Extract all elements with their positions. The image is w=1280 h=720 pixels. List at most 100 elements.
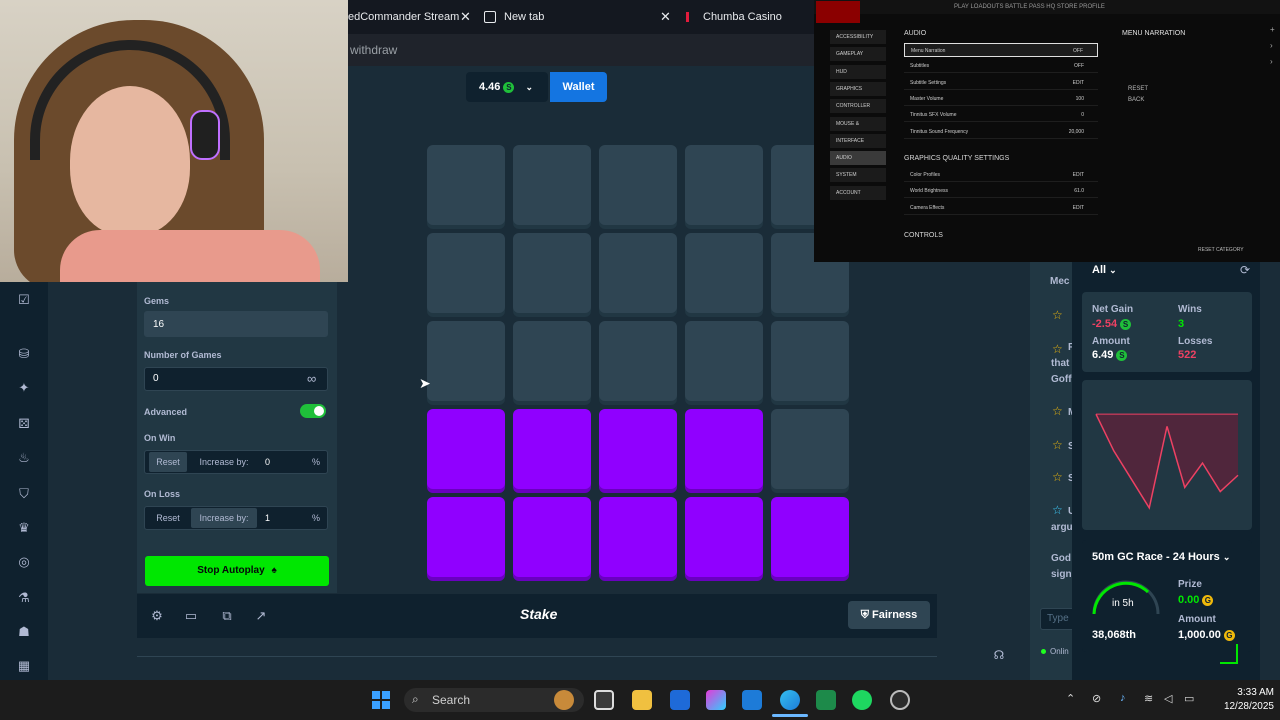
mines-tile-gem[interactable] <box>771 497 849 577</box>
spotify-icon[interactable] <box>852 690 872 710</box>
mines-tile-gem[interactable] <box>685 409 763 489</box>
setting-row-tinnitus-sound-frequency[interactable]: Tinnitus Sound Frequency 20,000 <box>904 125 1098 139</box>
fire-icon[interactable]: ♨ <box>16 450 32 466</box>
mines-tile[interactable] <box>685 233 763 313</box>
wifi-icon[interactable]: ≋ <box>1144 692 1153 705</box>
mines-tile[interactable] <box>599 145 677 225</box>
shirt-icon[interactable]: ⛉ <box>16 486 32 502</box>
reset-category-button[interactable]: RESET CATEGORY <box>1198 247 1244 253</box>
headset-support-icon[interactable]: ☊ <box>991 648 1007 664</box>
balance-selector[interactable]: 4.46 S ⌄ <box>466 72 548 102</box>
mines-tile[interactable] <box>771 321 849 401</box>
gear-icon[interactable]: ⚙ <box>149 608 165 624</box>
stop-autoplay-button[interactable]: Stop Autoplay ♠ <box>145 556 329 586</box>
setting-row-subtitle-settings[interactable]: Subtitle Settings EDIT <box>904 76 1098 90</box>
tray-chevron-icon[interactable]: ⌃ <box>1066 692 1075 705</box>
setting-row-camera-effects[interactable]: Camera Effects EDIT <box>904 201 1098 215</box>
mines-tile[interactable] <box>513 321 591 401</box>
hat-icon[interactable]: ☗ <box>16 624 32 640</box>
close-tab-icon[interactable]: ✕ <box>460 4 471 30</box>
setting-row-master-volume[interactable]: Master Volume 100 <box>904 92 1098 106</box>
settings-category-mouse-keyboard[interactable]: MOUSE & KEYBOARD <box>830 116 886 141</box>
obs-icon[interactable] <box>890 690 910 710</box>
refresh-icon[interactable]: ⟳ <box>1240 263 1250 277</box>
on-win-increase-button[interactable]: Increase by: <box>191 451 257 473</box>
settings-category-accessibility[interactable]: ACCESSIBILITY <box>830 30 886 44</box>
flask-icon[interactable]: ⚗ <box>16 590 32 606</box>
infinity-icon[interactable]: ∞ <box>307 371 316 386</box>
mines-tile[interactable] <box>599 233 677 313</box>
theatre-mode-icon[interactable]: ▭ <box>183 608 199 624</box>
sparkle-icon[interactable]: ✦ <box>16 380 32 396</box>
chip-icon[interactable]: ⛁ <box>16 346 32 362</box>
volume-icon[interactable]: ◁ <box>1164 692 1172 705</box>
task-view-icon[interactable] <box>594 690 614 710</box>
dice-icon[interactable]: ⚄ <box>16 416 32 432</box>
checklist-icon[interactable]: ☑ <box>16 292 32 308</box>
grid-icon[interactable]: ▦ <box>16 658 32 674</box>
close-tab-icon[interactable]: ✕ <box>660 4 671 30</box>
wallet-button[interactable]: Wallet <box>550 72 607 102</box>
settings-category-controller[interactable]: CONTROLLER <box>830 99 886 114</box>
setting-row-color-profiles[interactable]: Color Profiles EDIT <box>904 168 1098 182</box>
tray-app-icon[interactable]: ⊘ <box>1092 692 1101 705</box>
settings-category-audio[interactable]: AUDIO <box>830 151 886 166</box>
setting-row-tinnitus-sfx-volume[interactable]: Tinnitus SFX Volume 0 <box>904 108 1098 123</box>
xbox-icon[interactable] <box>816 690 836 710</box>
settings-category-graphics[interactable]: GRAPHICS <box>830 81 886 96</box>
settings-category-gameplay[interactable]: GAMEPLAY <box>830 47 886 62</box>
popout-icon[interactable]: ↗ <box>253 608 269 624</box>
store-icon[interactable] <box>670 690 690 710</box>
mines-tile[interactable] <box>427 321 505 401</box>
mines-tile[interactable] <box>427 233 505 313</box>
battery-icon[interactable]: ▭ <box>1184 692 1194 705</box>
number-of-games-input[interactable]: 0 <box>144 367 328 391</box>
gems-select[interactable]: 16 <box>144 311 328 337</box>
mines-tile-gem[interactable] <box>427 497 505 577</box>
mines-tile[interactable] <box>427 145 505 225</box>
crown-icon[interactable]: ♛ <box>16 520 32 536</box>
mines-tile[interactable] <box>513 145 591 225</box>
edge-icon[interactable] <box>780 690 800 710</box>
settings-category-account[interactable]: ACCOUNT <box>830 185 886 200</box>
browser-tab-newtab[interactable]: New tab <box>504 4 594 30</box>
address-bar[interactable]: withdraw <box>348 34 814 66</box>
windows-start-icon[interactable] <box>372 691 390 709</box>
stats-filter-select[interactable]: All ⌄ <box>1092 264 1117 276</box>
reset-button[interactable]: RESET <box>1128 86 1148 92</box>
on-win-percent-input[interactable]: 0 <box>265 451 305 473</box>
on-win-reset-button[interactable]: Reset <box>149 452 187 472</box>
mines-tile-gem[interactable] <box>685 497 763 577</box>
mines-tile-gem[interactable] <box>513 409 591 489</box>
mines-tile[interactable] <box>513 233 591 313</box>
mines-tile-gem[interactable] <box>427 409 505 489</box>
mines-tile-gem[interactable] <box>599 409 677 489</box>
settings-category-system[interactable]: SYSTEM <box>830 168 886 183</box>
on-loss-reset-button[interactable]: Reset <box>149 507 187 529</box>
mines-tile-gem[interactable] <box>513 497 591 577</box>
browser-tab-chumba[interactable]: Chumba Casino <box>703 4 803 30</box>
taskbar-clock[interactable]: 3:33 AM 12/28/2025 <box>1210 686 1274 714</box>
mines-tile[interactable] <box>685 145 763 225</box>
outlook-icon[interactable] <box>742 690 762 710</box>
mines-tile-gem[interactable] <box>599 497 677 577</box>
back-button[interactable]: BACK <box>1128 97 1144 103</box>
file-explorer-icon[interactable] <box>632 690 652 710</box>
target-icon[interactable]: ◎ <box>16 554 32 570</box>
setting-row-world-brightness[interactable]: World Brightness 61.0 <box>904 184 1098 199</box>
mines-tile[interactable] <box>599 321 677 401</box>
on-loss-increase-button[interactable]: Increase by: <box>191 508 257 528</box>
chat-send-button[interactable] <box>1220 644 1238 664</box>
copilot-icon[interactable] <box>706 690 726 710</box>
mines-tile[interactable] <box>771 409 849 489</box>
advanced-toggle[interactable] <box>300 404 326 418</box>
on-loss-percent-input[interactable]: 1 <box>265 507 305 529</box>
microphone-icon[interactable]: ♪ <box>1120 692 1126 704</box>
race-title[interactable]: 50m GC Race - 24 Hours ⌄ <box>1092 551 1230 563</box>
browser-tab-stream[interactable]: edCommander Stream - <box>348 4 460 30</box>
settings-category-interface[interactable]: INTERFACE <box>830 133 886 148</box>
fairness-button[interactable]: ⛨ Fairness <box>848 601 930 629</box>
setting-row-subtitles[interactable]: Subtitles OFF <box>904 59 1098 74</box>
stats-chart-icon[interactable]: ⧉ <box>219 608 235 624</box>
setting-row-menu-narration[interactable]: Menu Narration OFF <box>904 43 1098 57</box>
